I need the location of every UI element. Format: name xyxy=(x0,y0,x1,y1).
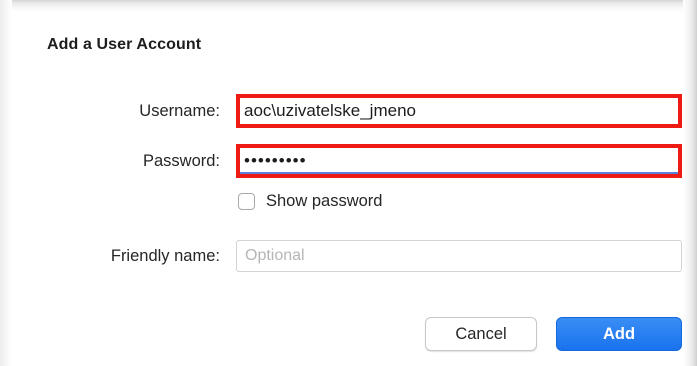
username-input[interactable] xyxy=(236,94,682,128)
show-password-row[interactable]: Show password xyxy=(238,192,382,211)
cancel-button[interactable]: Cancel xyxy=(425,317,537,351)
add-user-account-dialog: Add a User Account Username: Password: S… xyxy=(0,0,697,366)
username-label: Username: xyxy=(139,102,220,120)
window-edge-left xyxy=(0,0,12,366)
add-button[interactable]: Add xyxy=(556,317,682,351)
dialog-title: Add a User Account xyxy=(47,36,202,53)
show-password-label: Show password xyxy=(266,192,383,210)
password-label: Password: xyxy=(142,152,220,170)
window-edge-right xyxy=(683,0,697,366)
password-input[interactable] xyxy=(236,144,682,178)
window-edge-top xyxy=(0,0,697,12)
friendly-name-label: Friendly name: xyxy=(110,247,220,265)
show-password-checkbox[interactable] xyxy=(238,193,255,210)
friendly-name-input[interactable] xyxy=(236,240,682,272)
